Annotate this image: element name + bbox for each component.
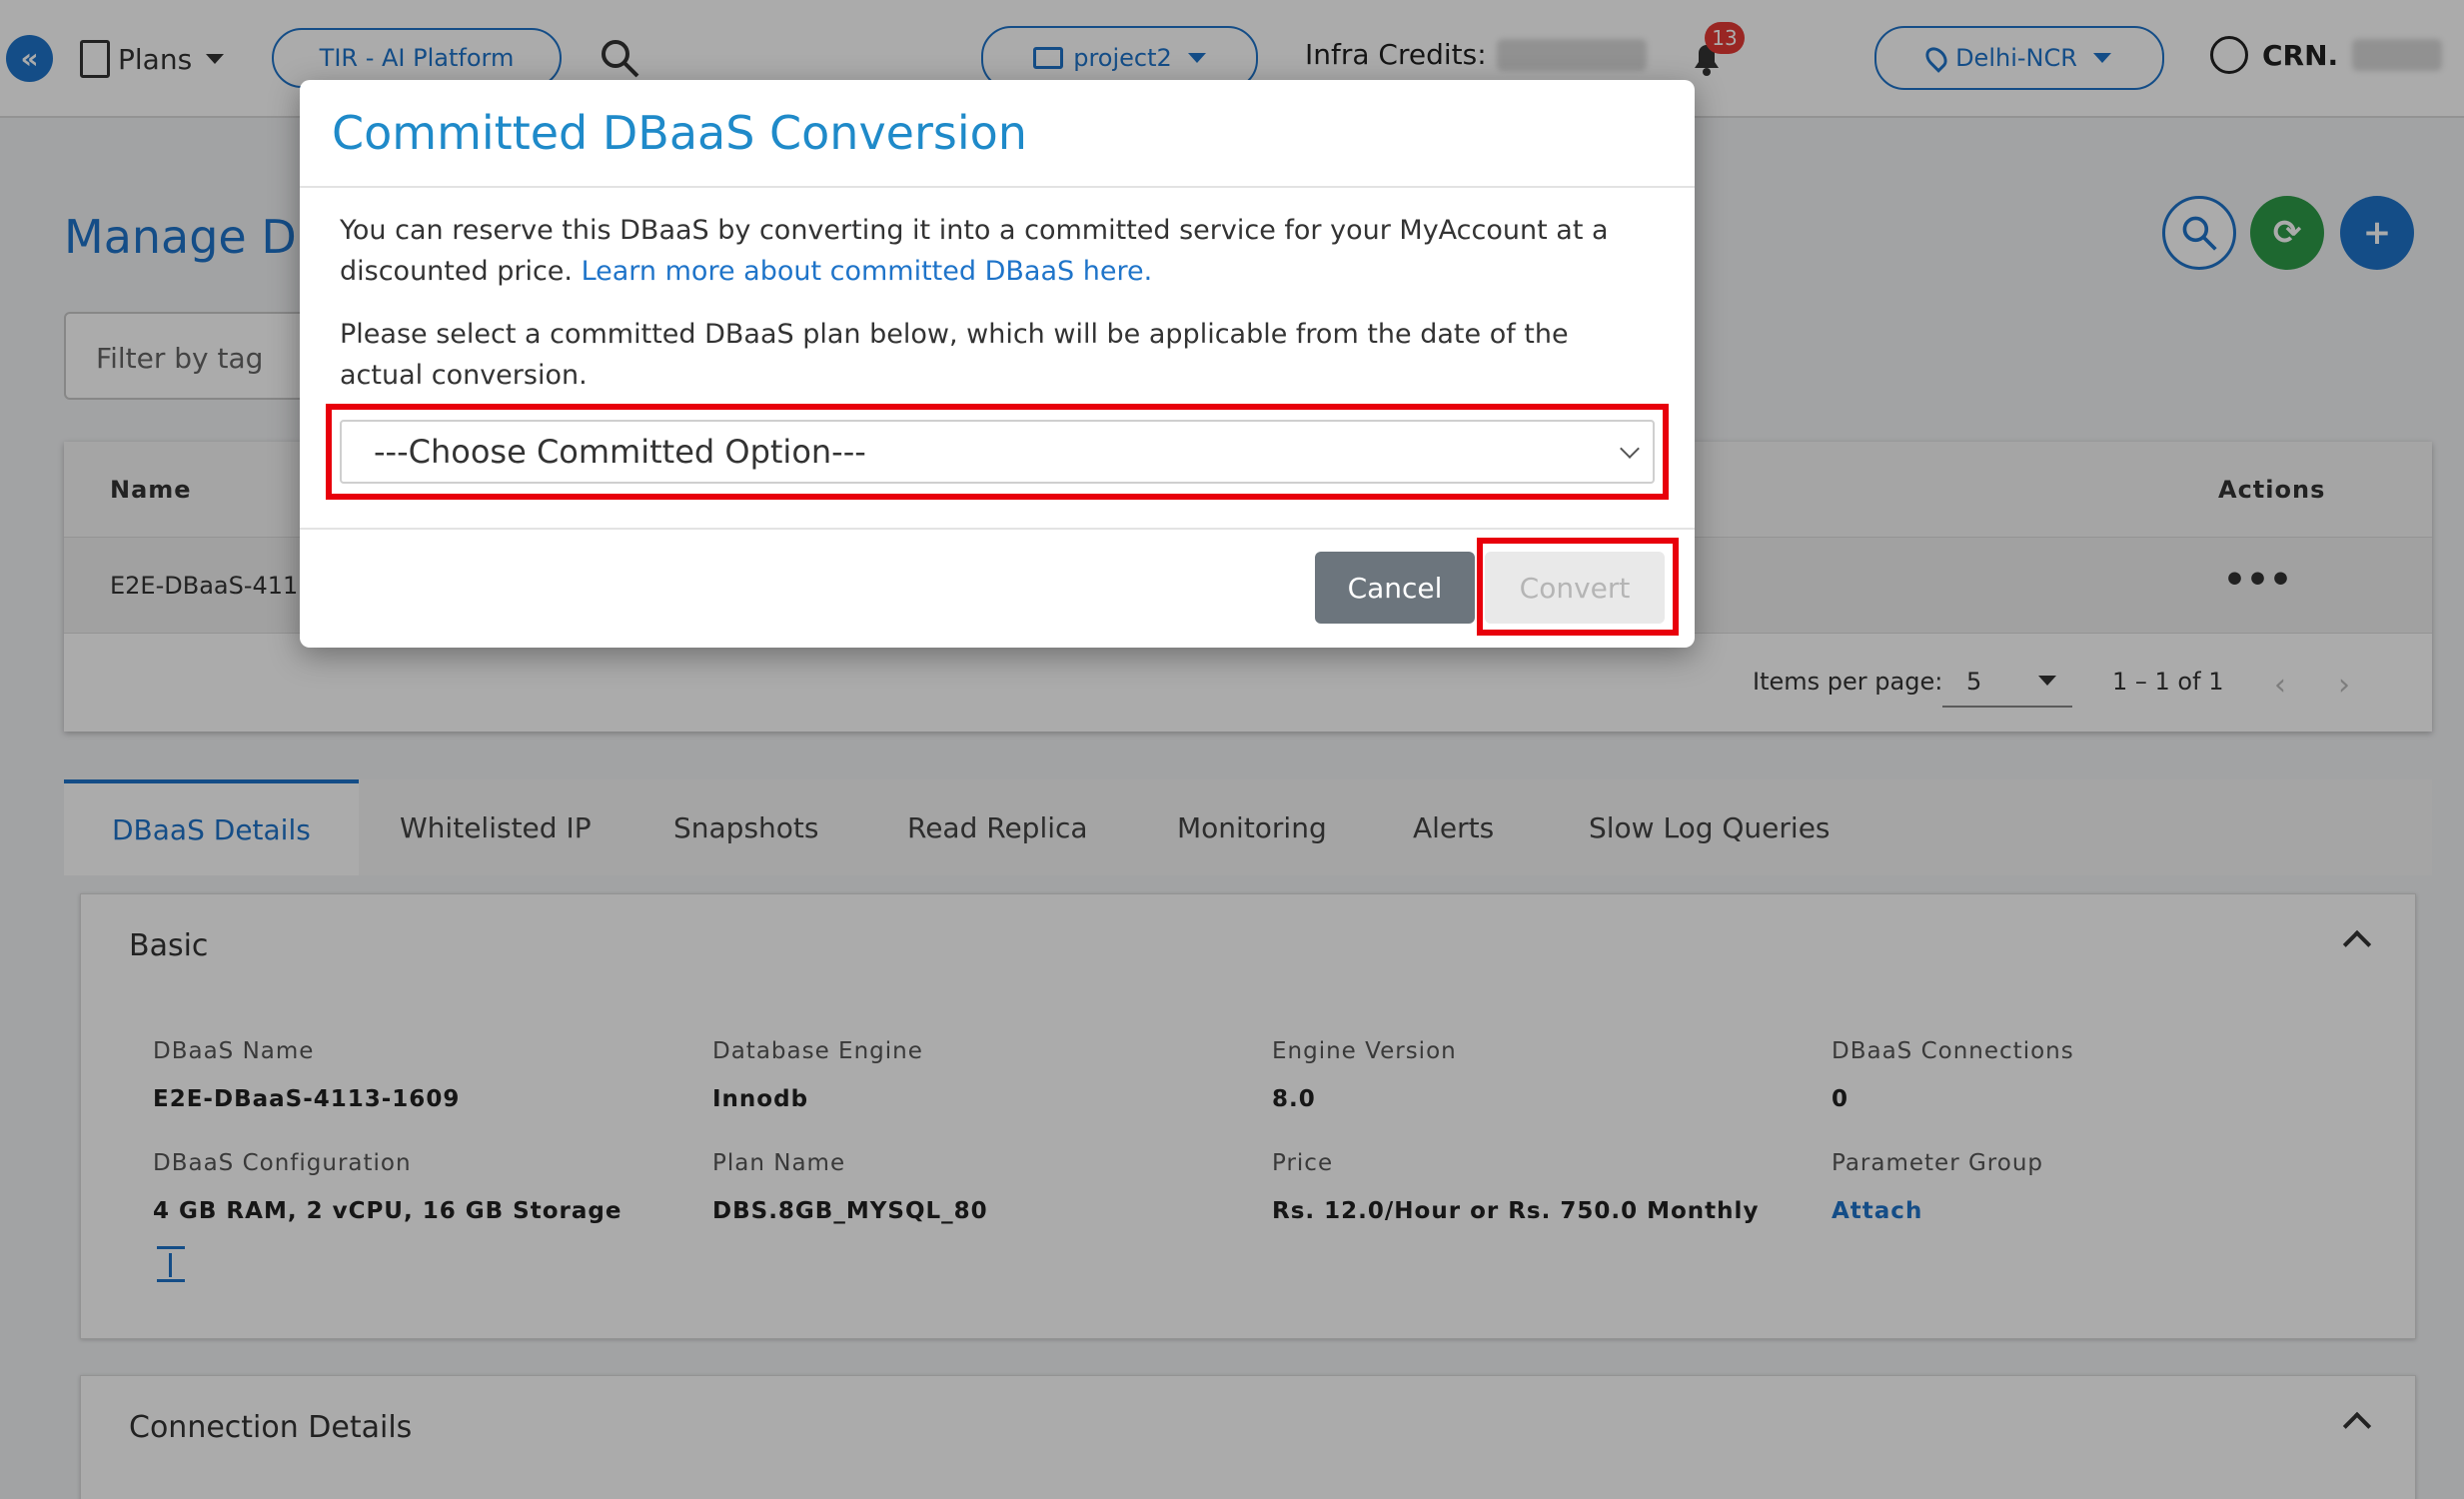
dialog-instruction: Please select a committed DBaaS plan bel… [340,319,1569,391]
chevron-down-icon [1620,439,1640,459]
committed-option-select[interactable]: ---Choose Committed Option--- [340,420,1655,484]
select-value: ---Choose Committed Option--- [374,433,866,471]
dialog-header: Committed DBaaS Conversion [300,80,1695,188]
committed-dbaas-conversion-dialog: Committed DBaaS Conversion You can reser… [300,80,1695,648]
learn-more-link[interactable]: Learn more about committed DBaaS here. [582,256,1153,287]
cancel-button[interactable]: Cancel [1315,552,1475,624]
convert-button[interactable]: Convert [1485,552,1665,624]
dialog-description: You can reserve this DBaaS by converting… [340,210,1649,292]
dialog-footer-divider [300,528,1695,530]
dialog-title: Committed DBaaS Conversion [332,106,1027,160]
